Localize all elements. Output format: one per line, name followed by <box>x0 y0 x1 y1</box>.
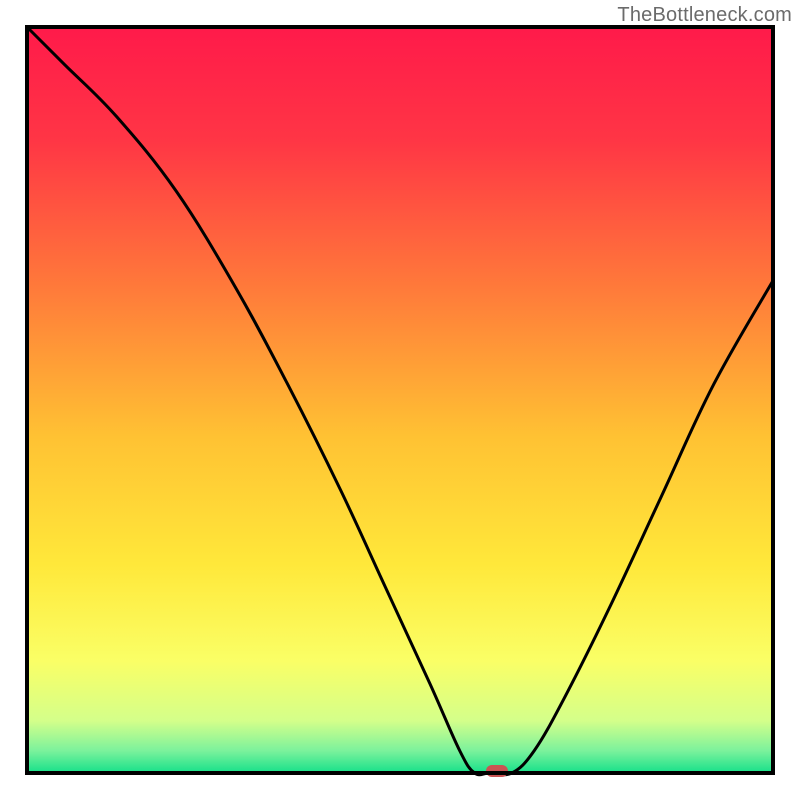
bottleneck-chart <box>0 0 800 800</box>
chart-background <box>27 27 773 773</box>
watermark-text: TheBottleneck.com <box>617 4 792 27</box>
chart-container: TheBottleneck.com <box>0 0 800 800</box>
